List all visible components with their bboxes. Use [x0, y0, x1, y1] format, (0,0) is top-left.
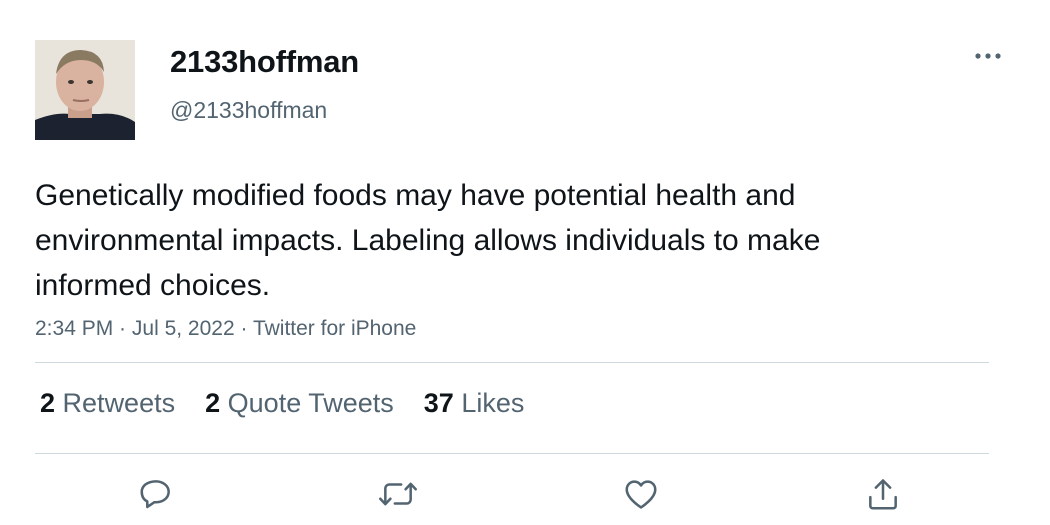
like-button[interactable] [619, 472, 663, 516]
meta-separator: · [113, 317, 132, 340]
retweets-stat[interactable]: 2 Retweets [40, 388, 175, 419]
tweet-text: Genetically modified foods may have pote… [35, 179, 821, 302]
share-icon [869, 479, 897, 510]
retweet-button[interactable] [376, 472, 420, 516]
tweet-stats: 2 Retweets 2 Quote Tweets 37 Likes [40, 388, 554, 419]
heart-icon [625, 480, 657, 509]
likes-count: 37 [423, 388, 454, 418]
retweet-icon [379, 482, 417, 506]
tweet-source[interactable]: Twitter for iPhone [253, 317, 416, 340]
avatar[interactable] [35, 40, 135, 140]
reply-button[interactable] [134, 472, 178, 516]
display-name[interactable]: 2133hoffman [170, 44, 359, 80]
tweet-metadata: 2:34 PM · Jul 5, 2022 · Twitter for iPho… [35, 317, 416, 341]
reply-icon [140, 480, 170, 509]
avatar-image [35, 40, 135, 140]
divider [35, 453, 989, 454]
more-horizontal-icon [975, 53, 1001, 59]
retweets-count: 2 [40, 388, 56, 418]
share-button[interactable] [861, 472, 905, 516]
divider [35, 362, 989, 363]
tweet-date[interactable]: Jul 5, 2022 [132, 317, 235, 340]
quote-tweets-label: Quote Tweets [227, 388, 394, 418]
more-options-button[interactable] [970, 44, 1006, 68]
quote-tweets-count: 2 [205, 388, 221, 418]
likes-label: Likes [461, 388, 525, 418]
tweet-time[interactable]: 2:34 PM [35, 317, 113, 340]
meta-separator: · [234, 317, 253, 340]
user-handle[interactable]: @2133hoffman [170, 97, 327, 124]
quote-tweets-stat[interactable]: 2 Quote Tweets [205, 388, 394, 419]
likes-stat[interactable]: 37 Likes [424, 388, 525, 419]
retweets-label: Retweets [62, 388, 176, 418]
